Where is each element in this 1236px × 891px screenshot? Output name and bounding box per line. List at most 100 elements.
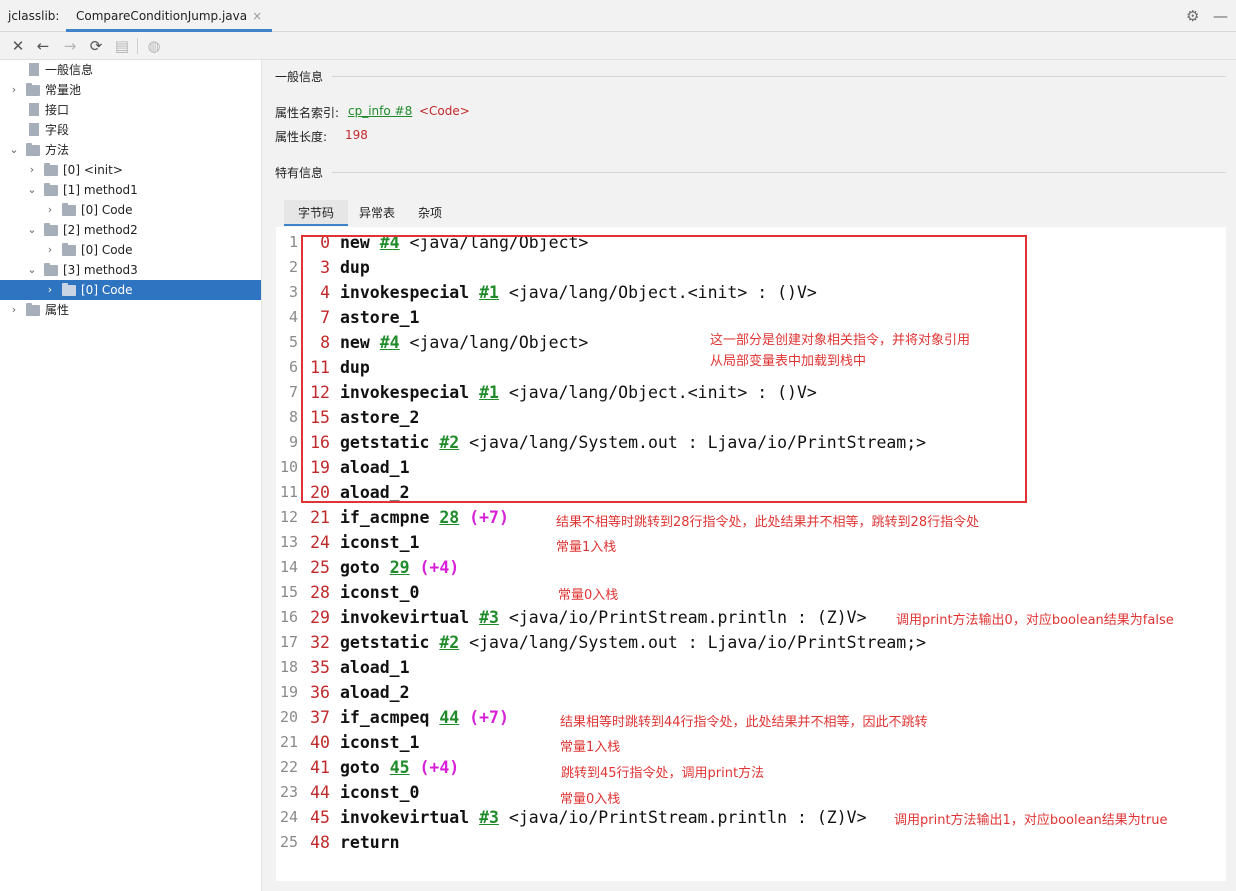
tree-item-label: 字段 xyxy=(45,123,70,137)
tab-misc[interactable]: 杂项 xyxy=(408,200,452,226)
chevron-down-icon[interactable]: ⌄ xyxy=(26,180,38,200)
bytecode-offset: 16 xyxy=(310,433,330,452)
tree-item-label: 属性 xyxy=(45,303,70,317)
page-icon xyxy=(29,103,39,116)
bytecode-offset: 48 xyxy=(310,833,330,852)
tree-item[interactable]: › [0] Code xyxy=(0,280,261,300)
tree-item[interactable]: › [0] Code xyxy=(0,200,261,220)
close-icon[interactable]: ✕ xyxy=(8,36,28,56)
file-tab[interactable]: CompareConditionJump.java × xyxy=(66,0,273,32)
line-number: 9 xyxy=(288,433,298,451)
close-tab-icon[interactable]: × xyxy=(252,9,262,23)
folder-icon xyxy=(44,263,58,276)
line-number: 13 xyxy=(279,533,298,551)
toolbar: ✕ ← → ⟳ ▤ ◍ xyxy=(0,32,1236,60)
folder-icon xyxy=(62,243,76,256)
code-line: 13 24 iconst_1 xyxy=(276,530,1226,555)
chevron-right-icon[interactable]: › xyxy=(26,160,38,180)
chevron-right-icon[interactable]: › xyxy=(44,280,56,300)
operand-comment: <java/io/PrintStream.println : (Z)V> xyxy=(498,608,867,627)
operand-link[interactable]: #4 xyxy=(380,233,400,252)
back-arrow-icon[interactable]: ← xyxy=(33,36,53,56)
bytecode-offset: 37 xyxy=(310,708,330,727)
operand-link[interactable]: #3 xyxy=(479,808,499,827)
annotation-line-24: 调用print方法输出1，对应boolean结果为true xyxy=(894,813,1168,828)
operand-link[interactable]: 28 xyxy=(439,508,459,527)
save-icon[interactable]: ▤ xyxy=(112,36,132,56)
chevron-down-icon[interactable]: ⌄ xyxy=(26,260,38,280)
annotation-line-22: 跳转到45行指令处，调用print方法 xyxy=(561,766,765,781)
jump-offset: (+4) xyxy=(419,758,460,777)
instruction: aload_1 xyxy=(340,655,410,680)
specific-info-title: 特有信息 xyxy=(275,166,324,180)
instruction: new #4 <java/lang/Object> xyxy=(340,330,588,355)
bytecode-offset: 7 xyxy=(320,308,330,327)
tree-item[interactable]: 接口 xyxy=(0,100,261,120)
operand-link[interactable]: #2 xyxy=(439,433,459,452)
chevron-down-icon[interactable]: ⌄ xyxy=(26,220,38,240)
length-label: 属性长度: xyxy=(275,130,328,144)
tree-item[interactable]: › 属性 xyxy=(0,300,261,320)
line-number: 10 xyxy=(279,458,298,476)
instruction: new #4 <java/lang/Object> xyxy=(340,230,588,255)
operand-comment: <java/lang/Object> xyxy=(399,233,589,252)
instruction: astore_1 xyxy=(340,305,419,330)
chevron-right-icon[interactable]: › xyxy=(8,300,20,320)
bytecode-offset: 3 xyxy=(320,258,330,277)
chevron-right-icon[interactable]: › xyxy=(44,240,56,260)
annotation-line-21: 常量1入栈 xyxy=(560,740,621,755)
instruction: getstatic #2 <java/lang/System.out : Lja… xyxy=(340,630,926,655)
tree-item[interactable]: › 常量池 xyxy=(0,80,261,100)
gear-icon[interactable]: ⚙ xyxy=(1186,7,1199,25)
length-value: 198 xyxy=(345,128,368,142)
operand-link[interactable]: #1 xyxy=(479,283,499,302)
tree-item[interactable]: › [0] Code xyxy=(0,240,261,260)
annotation-line-12: 结果不相等时跳转到28行指令处，此处结果并不相等，跳转到28行指令处 xyxy=(556,515,980,530)
bytecode-offset: 45 xyxy=(310,808,330,827)
minus-icon[interactable]: — xyxy=(1213,7,1228,25)
bytecode-offset: 19 xyxy=(310,458,330,477)
chevron-right-icon[interactable]: › xyxy=(44,200,56,220)
opcode: return xyxy=(340,833,400,852)
folder-icon xyxy=(44,223,58,236)
opcode: aload_2 xyxy=(340,683,410,702)
chevron-down-icon[interactable]: ⌄ xyxy=(8,140,20,160)
operand-link[interactable]: #1 xyxy=(479,383,499,402)
line-number: 6 xyxy=(288,358,298,376)
tree-item[interactable]: ⌄ [3] method3 xyxy=(0,260,261,280)
operand-link[interactable]: #2 xyxy=(439,633,459,652)
tree-item[interactable]: › [0] <init> xyxy=(0,160,261,180)
operand-link[interactable]: 45 xyxy=(390,758,410,777)
tab-exception-table[interactable]: 异常表 xyxy=(350,200,404,226)
refresh-icon[interactable]: ⟳ xyxy=(86,36,106,56)
bytecode-view: 25 48 return 24 45 invokevirtual #3 <java/io/… xyxy=(276,227,1226,881)
tab-bytecode[interactable]: 字节码 xyxy=(284,200,348,226)
opcode: aload_1 xyxy=(340,458,410,477)
section-divider xyxy=(332,172,1226,173)
code-line: 3 4 invokespecial #1 <java/lang/Object.<in… xyxy=(276,280,1226,305)
line-number: 24 xyxy=(279,808,298,826)
tree-item-label: [3] method3 xyxy=(63,263,138,277)
opcode: aload_1 xyxy=(340,658,410,677)
web-icon[interactable]: ◍ xyxy=(144,36,164,56)
operand-link[interactable]: 29 xyxy=(390,558,410,577)
code-line: 1 0 new #4 <java/lang/Object> xyxy=(276,230,1226,255)
opcode: invokevirtual xyxy=(340,608,470,627)
bytecode-offset: 35 xyxy=(310,658,330,677)
operand-link[interactable]: #3 xyxy=(479,608,499,627)
app-name: jclasslib: xyxy=(8,9,60,23)
chevron-right-icon[interactable]: › xyxy=(8,80,20,100)
annotation-box-note-1: 这一部分是创建对象相关指令，并将对象引用 xyxy=(710,333,971,348)
tree-item[interactable]: 字段 xyxy=(0,120,261,140)
operand-link[interactable]: #4 xyxy=(380,333,400,352)
tree-item-label: [0] Code xyxy=(81,243,133,257)
operand-link[interactable]: 44 xyxy=(439,708,459,727)
line-number: 21 xyxy=(279,733,298,751)
forward-arrow-icon[interactable]: → xyxy=(60,36,80,56)
tree-item[interactable]: ⌄ [1] method1 xyxy=(0,180,261,200)
name-index-link[interactable]: cp_info #8 xyxy=(348,104,412,118)
tree-item[interactable]: 一般信息 xyxy=(0,60,261,80)
tree-item[interactable]: ⌄ [2] method2 xyxy=(0,220,261,240)
instruction: iconst_0 xyxy=(340,580,419,605)
tree-item[interactable]: ⌄ 方法 xyxy=(0,140,261,160)
